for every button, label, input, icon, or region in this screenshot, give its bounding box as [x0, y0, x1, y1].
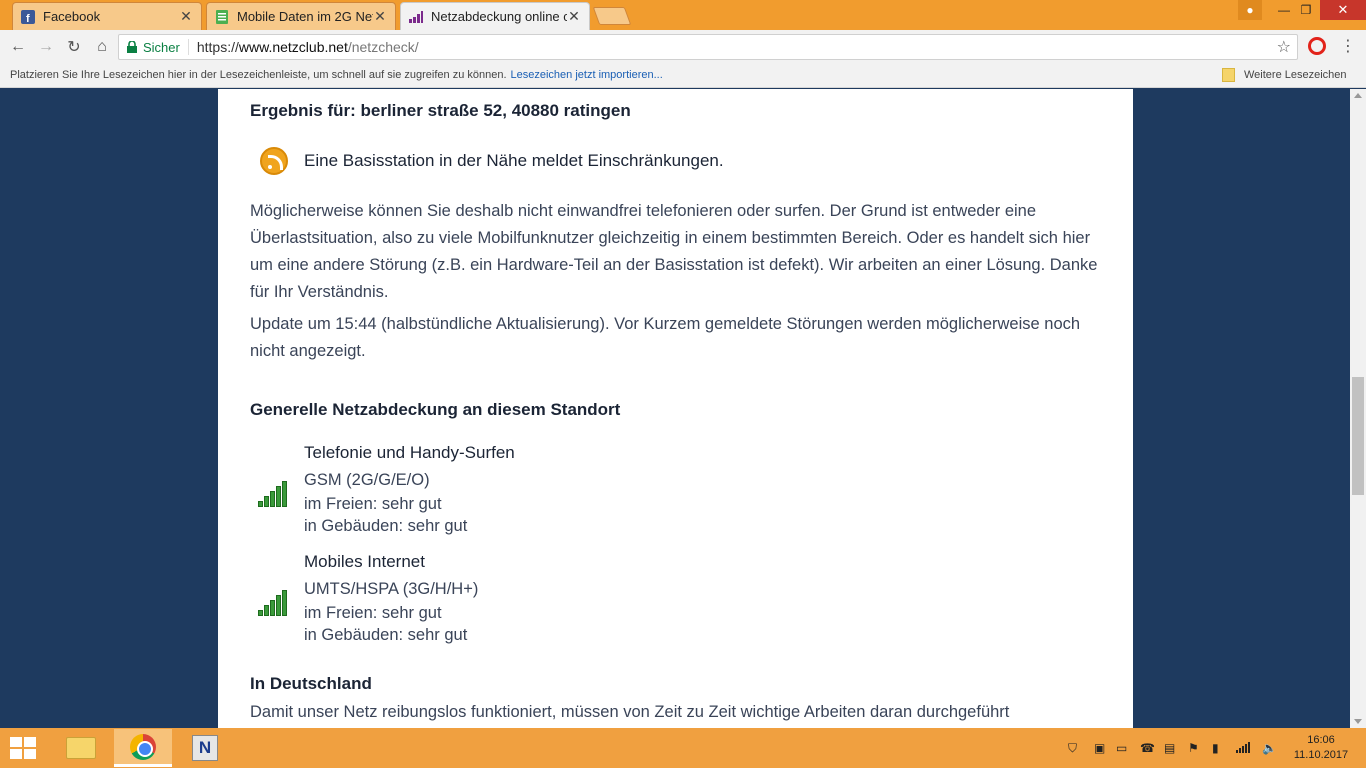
browser-tab-bar: f Facebook ✕ Mobile Daten im 2G Net ✕ Ne… — [0, 0, 1366, 30]
browser-toolbar: ← → ↻ ⌂ Sicher https://www.netzclub.net/… — [0, 30, 1366, 64]
taskbar-app-n[interactable]: N — [176, 729, 234, 767]
signal-strength-icon — [258, 586, 292, 616]
import-bookmarks-link[interactable]: Lesezeichen jetzt importieren... — [511, 69, 663, 81]
network-app-icon[interactable]: ▣ — [1094, 741, 1105, 755]
coverage-indoor: in Gebäuden: sehr gut — [304, 626, 468, 644]
url-scheme: https:// — [196, 39, 239, 55]
clock-date: 11.10.2017 — [1293, 749, 1349, 761]
scrollbar-thumb[interactable] — [1352, 377, 1364, 495]
windows-taskbar: N ⛉ ▣ ▭ ☎ ▤ ⚑ ▮ 🔈 16:06 11.10.2017 — [0, 728, 1366, 768]
forward-icon[interactable]: → — [36, 37, 56, 57]
coverage-standard: UMTS/HSPA (3G/H/H+) — [304, 580, 479, 598]
back-icon[interactable]: ← — [8, 37, 28, 57]
facebook-icon: f — [21, 9, 35, 24]
coverage-standard: GSM (2G/G/E/O) — [304, 471, 430, 489]
germany-paragraph: Damit unser Netz reibungslos funktionier… — [250, 703, 1010, 721]
coverage-title: Telefonie und Handy-Surfen — [304, 443, 515, 462]
tab-title: Netzabdeckung online c — [431, 9, 567, 24]
taskbar-file-explorer[interactable] — [52, 729, 110, 767]
scroll-down-icon[interactable] — [1354, 719, 1362, 724]
germany-heading: In Deutschland — [250, 674, 372, 693]
menu-icon[interactable]: ⋮ — [1340, 36, 1356, 56]
signal-bar — [282, 481, 287, 507]
secure-indicator[interactable]: Sicher — [119, 39, 189, 55]
signal-bar — [258, 501, 263, 507]
bookmarks-hint-text: Platzieren Sie Ihre Lesezeichen hier in … — [10, 69, 507, 81]
n-app-icon: N — [192, 735, 218, 761]
svg-text:f: f — [26, 13, 30, 24]
coverage-item-telephony: Telefonie und Handy-Surfen GSM (2G/G/E/O… — [258, 441, 515, 537]
clock-time: 16:06 — [1307, 734, 1335, 746]
alert-text: Eine Basisstation in der Nähe meldet Ein… — [304, 151, 724, 170]
other-bookmarks[interactable]: Weitere Lesezeichen — [1244, 69, 1347, 81]
url-text: https://www.netzclub.net/netzcheck/ — [189, 39, 419, 55]
flag-icon[interactable]: ⚑ — [1188, 741, 1199, 755]
signal-strength-icon — [258, 477, 292, 507]
scroll-up-icon[interactable] — [1354, 93, 1362, 98]
tab-title: Facebook — [43, 9, 101, 24]
document-icon — [215, 9, 229, 24]
coverage-outdoor: im Freien: sehr gut — [304, 604, 442, 622]
bookmark-star-icon[interactable]: ☆ — [1277, 37, 1291, 57]
signal-bar — [276, 486, 281, 507]
folder-icon — [1222, 68, 1235, 82]
page-viewport: Ergebnis für: berliner straße 52, 40880 … — [0, 89, 1350, 728]
address-bar[interactable]: Sicher https://www.netzclub.net/netzchec… — [118, 34, 1298, 60]
battery-icon[interactable]: ▮ — [1212, 741, 1219, 755]
volume-icon[interactable]: 🔈 — [1262, 741, 1277, 755]
secure-label: Sicher — [143, 39, 180, 55]
signal-bars-icon — [409, 10, 423, 24]
monitor-icon[interactable]: ▭ — [1116, 741, 1127, 755]
close-icon[interactable]: ✕ — [179, 8, 193, 25]
url-host: www.netzclub.net — [238, 39, 348, 55]
signal-bar — [264, 496, 269, 507]
chrome-icon — [130, 733, 156, 760]
signal-bar — [282, 590, 287, 616]
main-content: Ergebnis für: berliner straße 52, 40880 … — [218, 89, 1133, 728]
tab-title: Mobile Daten im 2G Net — [237, 9, 373, 24]
opera-extension-icon[interactable] — [1308, 37, 1326, 55]
explanation-paragraph: Möglicherweise können Sie deshalb nicht … — [250, 202, 1098, 301]
warning-signal-icon — [260, 147, 288, 175]
bookmarks-bar: Platzieren Sie Ihre Lesezeichen hier in … — [0, 64, 1366, 88]
signal-icon[interactable] — [1236, 741, 1250, 756]
coverage-item-internet: Mobiles Internet UMTS/HSPA (3G/H/H+) im … — [258, 550, 478, 646]
coverage-title: Mobiles Internet — [304, 552, 425, 571]
new-tab-button[interactable] — [592, 7, 632, 25]
windows-start-icon[interactable] — [10, 737, 36, 759]
tab-facebook[interactable]: f Facebook ✕ — [12, 2, 202, 30]
system-clock[interactable]: 16:06 11.10.2017 — [1290, 733, 1352, 763]
page-scrollbar[interactable] — [1350, 89, 1366, 728]
reload-icon[interactable]: ↻ — [64, 37, 84, 57]
result-heading: Ergebnis für: berliner straße 52, 40880 … — [250, 101, 631, 120]
signal-bar — [264, 605, 269, 616]
signal-bar — [258, 610, 263, 616]
coverage-heading: Generelle Netzabdeckung an diesem Stando… — [250, 400, 621, 419]
tab-netzabdeckung[interactable]: Netzabdeckung online c ✕ — [400, 2, 590, 30]
coverage-indoor: in Gebäuden: sehr gut — [304, 517, 468, 535]
url-path: /netzcheck/ — [347, 39, 419, 55]
maximize-button[interactable]: ❐ — [1292, 0, 1320, 20]
coverage-outdoor: im Freien: sehr gut — [304, 495, 442, 513]
close-window-button[interactable]: ✕ — [1320, 0, 1366, 20]
network-alert: Eine Basisstation in der Nähe meldet Ein… — [260, 147, 724, 175]
signal-bar — [276, 595, 281, 616]
phone-icon[interactable]: ☎ — [1140, 741, 1155, 755]
bookmarks-hint: Platzieren Sie Ihre Lesezeichen hier in … — [10, 69, 663, 81]
tab-mobile-daten[interactable]: Mobile Daten im 2G Net ✕ — [206, 2, 396, 30]
home-icon[interactable]: ⌂ — [92, 37, 112, 57]
taskbar-chrome[interactable] — [114, 729, 172, 767]
shield-icon[interactable]: ⛉ — [1068, 741, 1077, 756]
close-icon[interactable]: ✕ — [373, 8, 387, 25]
folder-icon — [66, 737, 96, 759]
signal-bar — [270, 491, 275, 507]
signal-bar — [270, 600, 275, 616]
device-icon[interactable]: ▤ — [1164, 741, 1175, 755]
update-paragraph: Update um 15:44 (halbstündliche Aktualis… — [250, 315, 1081, 360]
profile-icon[interactable]: ● — [1238, 0, 1262, 20]
close-icon[interactable]: ✕ — [567, 8, 581, 25]
lock-icon — [127, 41, 137, 53]
